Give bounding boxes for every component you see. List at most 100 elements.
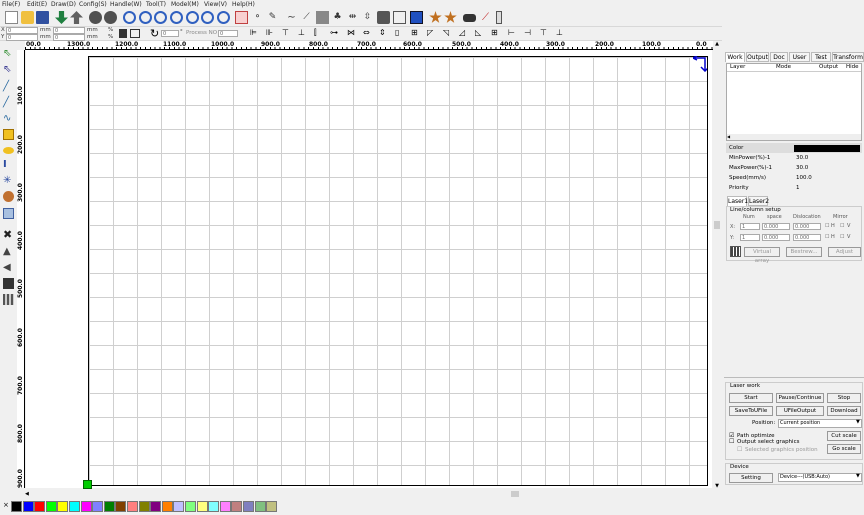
ufile-output-button[interactable]: UFileOutput xyxy=(776,406,824,416)
same-width-icon[interactable]: ⇔ xyxy=(363,28,370,37)
scroll-left-icon[interactable]: ◀ xyxy=(25,491,31,497)
import-icon[interactable] xyxy=(55,11,68,24)
dist-top-icon[interactable]: ⊤ xyxy=(540,28,547,37)
stop-button[interactable]: Stop xyxy=(827,393,861,403)
point-tool-icon[interactable]: ✳ xyxy=(3,175,14,186)
virtual-array-button[interactable]: Virtual array xyxy=(744,247,780,264)
color-swatch[interactable] xyxy=(11,501,22,512)
prop-speed-value[interactable]: 100.0 xyxy=(796,173,812,183)
align-left-icon[interactable]: ⊫ xyxy=(250,28,257,37)
export-icon[interactable] xyxy=(70,11,83,24)
color-swatch[interactable] xyxy=(219,501,231,512)
color-swatch[interactable] xyxy=(80,501,92,512)
go-scale-button[interactable]: Go scale xyxy=(827,444,861,454)
new-file-icon[interactable] xyxy=(5,11,18,24)
position-select[interactable]: Current position xyxy=(778,419,862,428)
corner-br-icon[interactable]: ◿ xyxy=(459,28,465,37)
align-center-v-icon[interactable]: ⫿ xyxy=(314,28,317,38)
color-swatch[interactable] xyxy=(254,501,266,512)
select-arrow-icon[interactable]: ⇖ xyxy=(3,48,14,59)
device-chevron-icon[interactable]: ▼ xyxy=(856,473,860,479)
pause-continue-button[interactable]: Pause/Continue xyxy=(776,393,824,403)
color-swatch[interactable] xyxy=(138,501,150,512)
prop-color-swatch[interactable] xyxy=(794,145,860,152)
prop-minpower-value[interactable]: 30.0 xyxy=(796,153,808,163)
lc-x-num[interactable]: 1 xyxy=(740,223,760,230)
tree-icon[interactable]: ♣ xyxy=(331,11,344,24)
mirror-h-tool-icon[interactable]: ◀ xyxy=(3,262,14,273)
work-area[interactable] xyxy=(88,56,708,486)
save-to-ufile-button[interactable]: SaveToUFile xyxy=(729,406,773,416)
redo-icon[interactable] xyxy=(104,11,117,24)
tab-output[interactable]: Output xyxy=(746,52,769,62)
color-swatch[interactable] xyxy=(115,501,127,512)
node-select-icon[interactable]: ⇖ xyxy=(3,64,14,75)
color-swatch[interactable] xyxy=(231,501,243,512)
vertical-scrollbar[interactable]: ▲ ▼ xyxy=(713,41,721,491)
mirror-icon[interactable] xyxy=(130,29,140,38)
device-select[interactable]: Device---(USB:Auto) xyxy=(778,473,862,482)
monitor-icon[interactable] xyxy=(410,11,423,24)
array-grid-icon[interactable] xyxy=(730,246,741,257)
save-icon[interactable] xyxy=(36,11,49,24)
horizontal-scrollbar[interactable]: ◀ xyxy=(25,491,713,498)
curve-tool-icon[interactable]: ∿ xyxy=(3,113,14,124)
dist-left-icon[interactable]: ⊢ xyxy=(508,28,515,37)
pen-icon[interactable]: ✎ xyxy=(266,11,279,24)
menu-view[interactable]: View(V) xyxy=(204,0,227,9)
frame-tool-icon[interactable] xyxy=(3,208,14,219)
array-tool-icon[interactable] xyxy=(3,294,14,305)
menu-draw[interactable]: Draw(D) xyxy=(51,0,76,9)
bestrew-button[interactable]: Bestrew... xyxy=(786,247,822,257)
vscroll-thumb[interactable] xyxy=(714,221,720,229)
zoom-icon[interactable] xyxy=(123,11,136,24)
polyline-tool-icon[interactable]: ╱ xyxy=(3,97,14,108)
mirror-v-tool-icon[interactable]: ▲ xyxy=(3,246,14,257)
y-position-input[interactable]: 0 xyxy=(6,34,38,41)
drawing-canvas[interactable] xyxy=(26,50,712,489)
output-select-checkbox[interactable]: ☐ xyxy=(729,438,734,445)
tab-laser1[interactable]: Laser1 xyxy=(727,196,748,206)
lc-y-dislocation[interactable]: 0.000 xyxy=(793,234,821,241)
matrix-icon[interactable]: ⊞ xyxy=(491,28,498,37)
color-swatch[interactable] xyxy=(45,501,57,512)
camera-icon[interactable] xyxy=(463,14,476,22)
hscroll-thumb[interactable] xyxy=(511,491,519,497)
same-size-icon[interactable]: ▯ xyxy=(395,28,399,37)
adjust-button[interactable]: Adjust xyxy=(828,247,861,257)
color-swatch[interactable] xyxy=(57,501,69,512)
tab-test[interactable]: Test xyxy=(811,52,831,62)
color-swatch[interactable] xyxy=(173,501,185,512)
color-swatch[interactable] xyxy=(22,501,34,512)
tab-doc[interactable]: Doc xyxy=(770,52,788,62)
scroll-down-icon[interactable]: ▼ xyxy=(714,483,720,489)
tab-transform[interactable]: Transform xyxy=(832,52,864,62)
scroll-up-icon[interactable]: ▲ xyxy=(714,41,720,47)
select-rect-icon[interactable] xyxy=(235,11,248,24)
rectangle-tool-icon[interactable] xyxy=(3,129,14,140)
sparkle-icon[interactable] xyxy=(429,11,442,23)
download-button[interactable]: Download xyxy=(827,406,861,416)
smooth-curve-icon[interactable]: ∼ xyxy=(285,11,298,24)
tab-laser2[interactable]: Laser2 xyxy=(748,196,769,206)
color-swatch[interactable] xyxy=(196,501,208,512)
menu-handle[interactable]: Handle(W) xyxy=(110,0,142,9)
distribute-h-icon[interactable]: ⇹ xyxy=(346,11,359,24)
tab-user[interactable]: User xyxy=(789,52,810,62)
center-icon[interactable]: ⋈ xyxy=(347,28,355,37)
menu-edit[interactable]: Edit(E) xyxy=(27,0,47,9)
corner-bl-icon[interactable]: ◺ xyxy=(475,28,481,37)
x-position-input[interactable]: 0 xyxy=(6,27,38,34)
chevron-down-icon[interactable]: ▼ xyxy=(856,419,860,425)
menu-model[interactable]: Model(M) xyxy=(171,0,199,9)
selected-pos-checkbox[interactable]: ☐ xyxy=(737,446,742,453)
color-swatch[interactable] xyxy=(161,501,173,512)
prop-priority-value[interactable]: 1 xyxy=(796,183,800,193)
text-tool-icon[interactable]: I xyxy=(3,159,14,170)
open-folder-icon[interactable] xyxy=(21,11,34,24)
zoom-select-icon[interactable] xyxy=(201,11,214,24)
color-swatch[interactable] xyxy=(185,501,196,512)
rotate-input[interactable]: 0 xyxy=(161,30,179,37)
corner-tr-icon[interactable]: ◹ xyxy=(443,28,449,37)
menu-help[interactable]: Help(H) xyxy=(232,0,255,9)
